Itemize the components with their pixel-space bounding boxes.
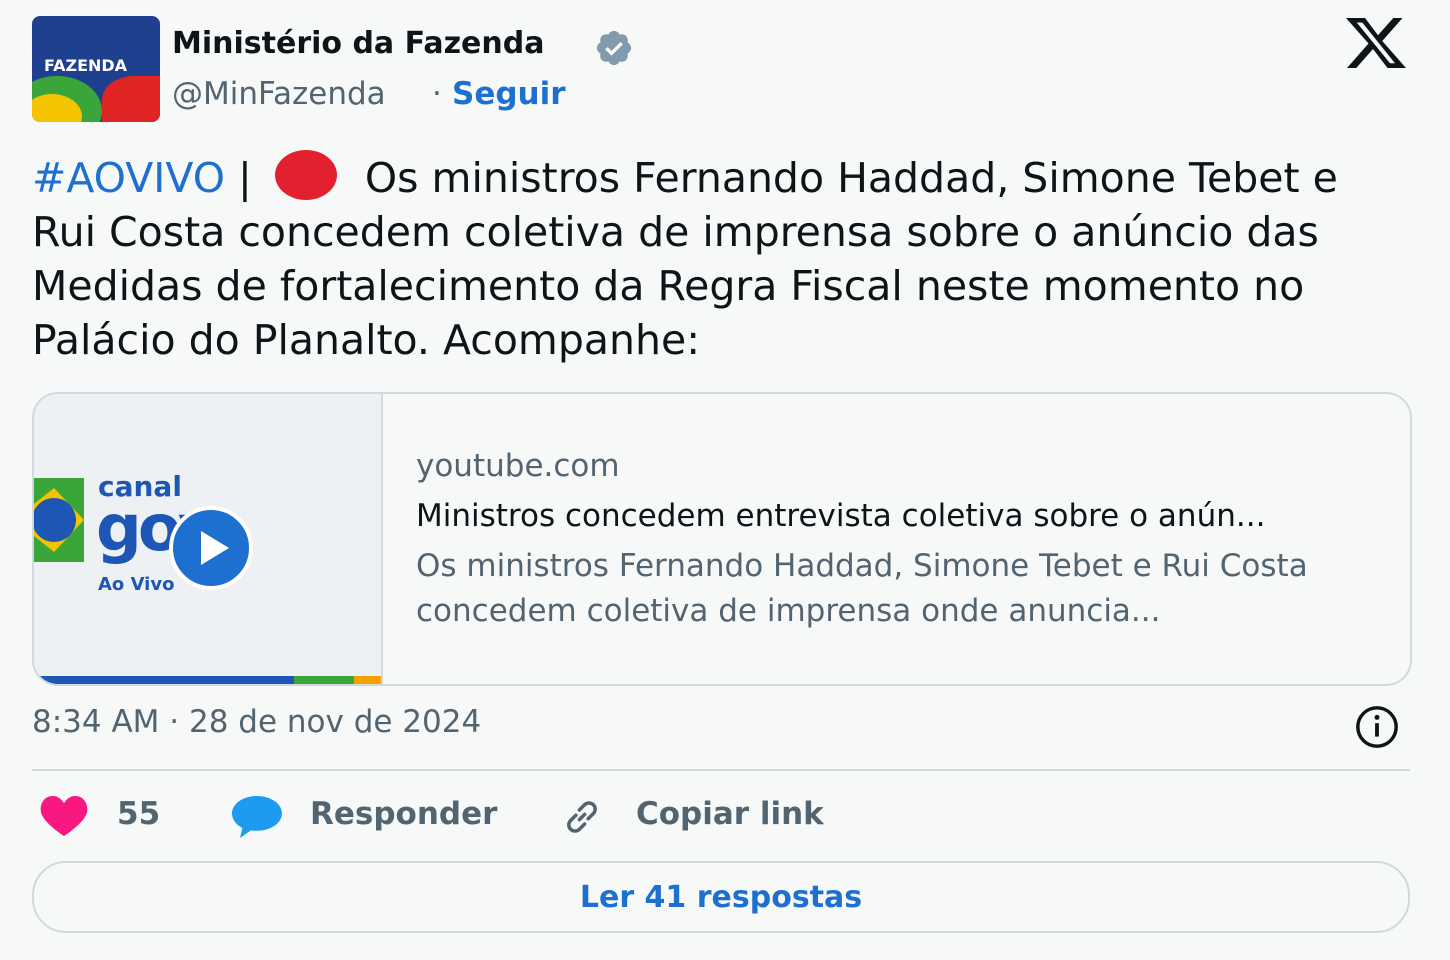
tweet-body: Os ministros Fernando Haddad, Simone Teb…: [32, 154, 1338, 364]
link-preview-card[interactable]: canal gov Ao Vivo youtube.com Ministros …: [32, 392, 1412, 686]
tweet-text: #AOVIVO | Os ministros Fernando Haddad, …: [32, 150, 1412, 367]
reply-button[interactable]: Responder: [310, 796, 497, 832]
hashtag-link[interactable]: #AOVIVO: [32, 154, 225, 202]
canal-gov-logo-aovivo: Ao Vivo: [98, 574, 175, 595]
heart-icon[interactable]: [40, 796, 88, 836]
card-thumbnail[interactable]: canal gov Ao Vivo: [34, 394, 383, 684]
card-description: Os ministros Fernando Haddad, Simone Teb…: [416, 548, 1308, 629]
divider: [32, 769, 1410, 771]
author-handle[interactable]: @MinFazenda: [172, 76, 386, 112]
separator-dot: ·: [432, 76, 442, 112]
follow-button[interactable]: Seguir: [452, 76, 566, 112]
avatar-logo-text: FAZENDA: [44, 56, 128, 75]
card-title[interactable]: Ministros concedem entrevista coletiva s…: [416, 498, 1396, 534]
copy-link-button[interactable]: Copiar link: [636, 796, 824, 832]
reply-bubble-icon[interactable]: [232, 796, 282, 838]
read-replies-label: Ler 41 respostas: [579, 879, 863, 915]
avatar[interactable]: FAZENDA: [32, 16, 160, 122]
tweet-timestamp[interactable]: 8:34 AM · 28 de nov de 2024: [32, 704, 481, 740]
verified-badge-icon: [596, 30, 632, 66]
author-name[interactable]: Ministério da Fazenda: [172, 26, 544, 61]
info-icon[interactable]: [1354, 704, 1400, 750]
pipe-separator: |: [238, 154, 252, 202]
card-domain: youtube.com: [416, 448, 620, 484]
x-logo-icon[interactable]: [1345, 18, 1407, 68]
like-count[interactable]: 55: [117, 796, 160, 832]
read-replies-button[interactable]: Ler 41 respostas: [32, 861, 1410, 933]
play-icon[interactable]: [169, 506, 253, 590]
link-icon[interactable]: [558, 796, 606, 838]
thumbnail-color-bar: [34, 676, 381, 684]
live-red-circle-icon: [274, 150, 337, 200]
brazil-flag-icon: [34, 478, 84, 562]
